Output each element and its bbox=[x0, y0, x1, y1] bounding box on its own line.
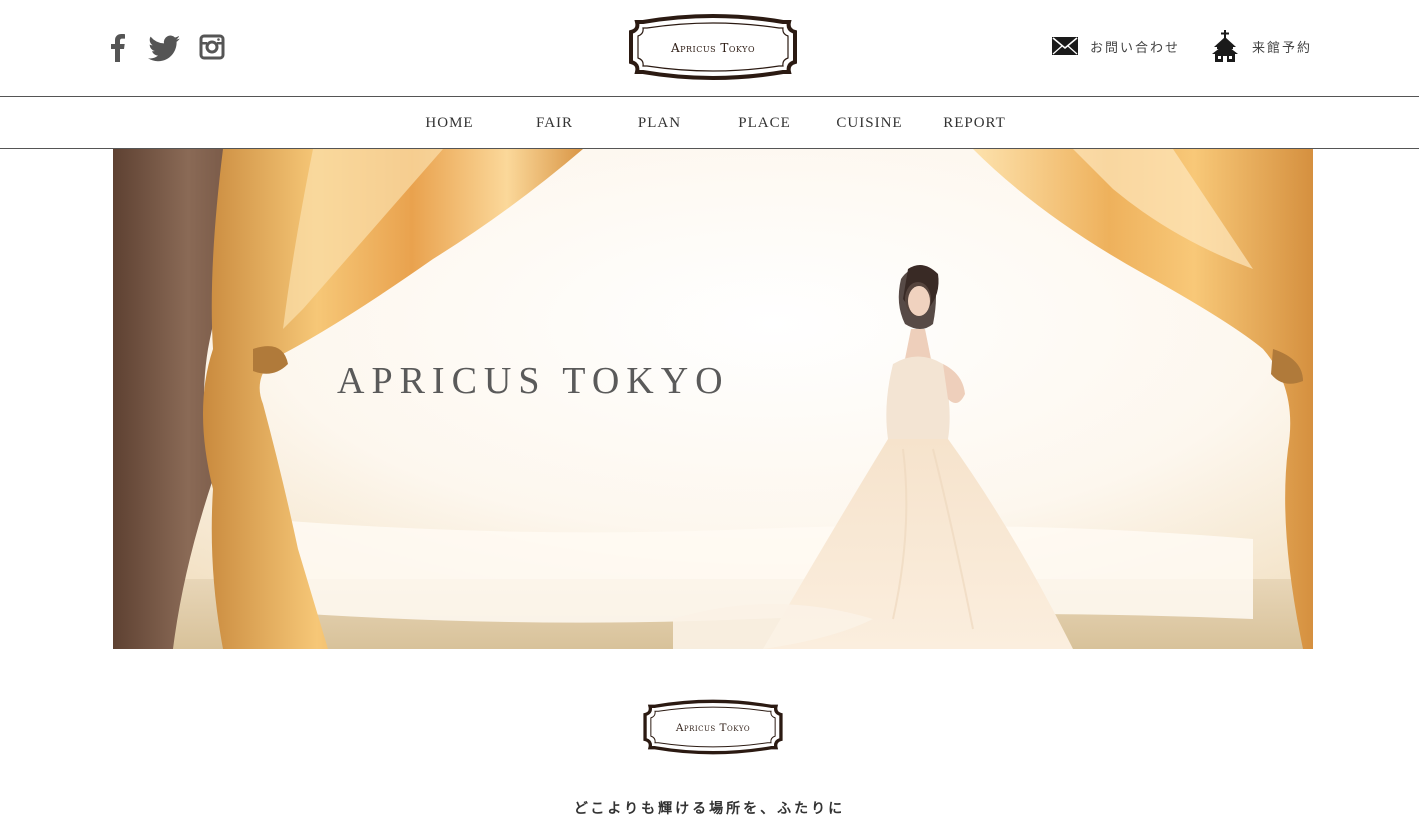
instagram-icon[interactable] bbox=[198, 32, 226, 62]
contact-label: お問い合わせ bbox=[1089, 40, 1180, 56]
reserve-label: 来館予約 bbox=[1251, 40, 1312, 56]
site-logo[interactable]: Apricus Tokyo bbox=[629, 12, 797, 82]
hero-image: APRICUS TOKYO bbox=[113, 149, 1313, 649]
tagline: どこよりも輝ける場所を、ふたりに bbox=[573, 801, 846, 817]
twitter-icon[interactable] bbox=[147, 32, 181, 62]
nav-item-report[interactable]: REPORT bbox=[922, 98, 1027, 148]
site-header: Apricus Tokyo お問い合わせ 来館予約 bbox=[0, 0, 1419, 97]
logo-text: Apricus Tokyo bbox=[670, 40, 756, 55]
nav-item-home[interactable]: HOME bbox=[397, 98, 502, 148]
section-logo-text: Apricus Tokyo bbox=[675, 721, 751, 734]
hero-title: APRICUS TOKYO bbox=[337, 360, 730, 402]
envelope-icon bbox=[1051, 37, 1078, 55]
nav-item-cuisine[interactable]: CUISINE bbox=[817, 98, 922, 148]
header-links: お問い合わせ 来館予約 bbox=[1051, 30, 1312, 62]
contact-link[interactable]: お問い合わせ bbox=[1051, 36, 1180, 56]
nav-item-place[interactable]: PLACE bbox=[712, 98, 817, 148]
chapel-icon bbox=[1211, 30, 1238, 62]
section-logo: Apricus Tokyo bbox=[643, 698, 783, 756]
social-links bbox=[107, 32, 226, 62]
reserve-link[interactable]: 来館予約 bbox=[1210, 30, 1312, 62]
nav-item-fair[interactable]: FAIR bbox=[502, 98, 607, 148]
main-nav: HOME FAIR PLAN PLACE CUISINE REPORT bbox=[0, 98, 1419, 149]
facebook-icon[interactable] bbox=[107, 32, 129, 62]
nav-item-plan[interactable]: PLAN bbox=[607, 98, 712, 148]
